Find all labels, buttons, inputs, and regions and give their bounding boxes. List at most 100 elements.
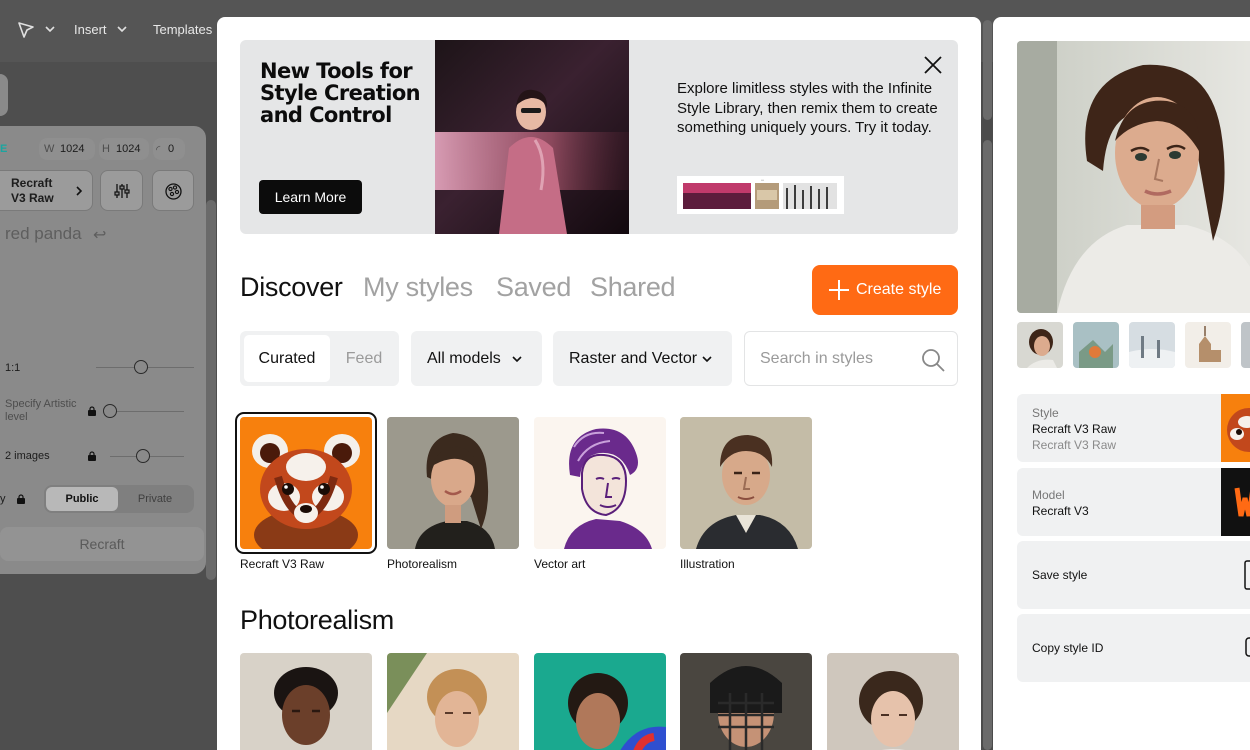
style-value-secondary: Recraft V3 Raw	[1032, 438, 1117, 452]
width-field[interactable]: W 1024	[39, 138, 95, 160]
photorealism-card[interactable]	[240, 653, 372, 750]
style-search	[744, 331, 958, 386]
style-selector-label: Recraft V3 Raw	[11, 176, 54, 205]
search-input[interactable]	[760, 349, 910, 369]
style-card-illustration[interactable]: Illustration	[680, 417, 812, 571]
portrait-image	[240, 653, 372, 750]
model-label: Model	[1032, 488, 1065, 502]
close-icon[interactable]	[922, 54, 944, 76]
banner-description: Explore limitless styles with the Infini…	[677, 80, 938, 136]
tab-saved[interactable]: Saved	[496, 272, 571, 303]
private-option[interactable]: Private	[118, 487, 192, 511]
tab-shared[interactable]: Shared	[590, 272, 676, 303]
copy-style-id-row[interactable]: Copy style ID	[1017, 614, 1250, 682]
left-scrollbar[interactable]	[206, 200, 216, 580]
modal-scrollbar[interactable]	[983, 140, 992, 750]
style-preview-image	[1017, 41, 1250, 313]
preview-thumbnail[interactable]	[1017, 322, 1063, 368]
prompt-input[interactable]: red panda	[5, 224, 82, 244]
mode-indicator: E	[0, 143, 8, 155]
enter-icon: ↩	[93, 227, 107, 244]
preview-thumbnail[interactable]	[1073, 322, 1119, 368]
tab-my-styles[interactable]: My styles	[363, 272, 473, 303]
chevron-down-icon[interactable]	[116, 23, 128, 35]
portrait-image	[827, 653, 959, 750]
insert-menu[interactable]: Insert	[74, 22, 107, 37]
style-card-label: Vector art	[534, 557, 586, 571]
vector-portrait-image	[534, 417, 666, 549]
bookmark-icon	[1244, 560, 1250, 590]
search-icon[interactable]	[920, 347, 946, 373]
pen-tool-icon[interactable]	[16, 20, 36, 40]
segment-feed[interactable]: Feed	[332, 335, 396, 382]
chevron-right-icon	[76, 186, 83, 196]
canvas-chip[interactable]	[0, 74, 8, 116]
height-field[interactable]: H 1024	[99, 138, 149, 160]
photorealism-card[interactable]	[534, 653, 666, 750]
create-style-button[interactable]: Create style	[812, 265, 958, 315]
red-panda-image	[240, 417, 372, 549]
learn-more-button[interactable]: Learn More	[259, 180, 362, 214]
models-dropdown[interactable]: All models	[411, 331, 542, 386]
photorealism-card[interactable]	[680, 653, 812, 750]
style-thumbnail-icon	[1221, 394, 1250, 462]
tab-discover[interactable]: Discover	[240, 272, 343, 303]
preview-thumbnail[interactable]	[1241, 322, 1250, 368]
model-value: Recraft V3	[1032, 504, 1089, 518]
settings-button[interactable]	[100, 170, 143, 211]
aspect-slider-knob[interactable]	[134, 360, 148, 374]
chevron-down-icon	[512, 356, 522, 363]
photorealism-card[interactable]	[827, 653, 959, 750]
artistic-slider-track[interactable]	[108, 411, 184, 412]
model-info-row: Model Recraft V3	[1017, 468, 1250, 536]
style-label: Style	[1032, 406, 1059, 420]
copy-style-id-label: Copy style ID	[1032, 641, 1104, 655]
image-count-slider-knob[interactable]	[136, 449, 150, 463]
style-card-label: Recraft V3 Raw	[240, 557, 325, 571]
plus-icon	[829, 280, 849, 300]
save-style-row[interactable]: Save style	[1017, 541, 1250, 609]
modal-scrollbar-top[interactable]	[983, 20, 992, 120]
style-card-vector-art[interactable]: Vector art	[534, 417, 666, 571]
banner-image	[435, 40, 629, 234]
palette-icon	[165, 183, 182, 200]
portrait-image	[534, 653, 666, 750]
sliders-icon	[114, 184, 130, 198]
style-library-modal: New Tools for Style Creation and Control…	[217, 17, 981, 750]
type-dropdown[interactable]: Raster and Vector	[553, 331, 732, 386]
illustrated-man-image	[680, 417, 812, 549]
style-card-label: Illustration	[680, 557, 735, 571]
create-style-label: Create style	[856, 281, 942, 298]
portrait-image	[387, 653, 519, 750]
chevron-down-icon[interactable]	[44, 23, 56, 35]
style-info-row: Style Recraft V3 Raw Recraft V3 Raw	[1017, 394, 1250, 462]
model-logo-icon	[1221, 468, 1250, 536]
style-card-photorealism[interactable]: Photorealism	[387, 417, 519, 571]
preview-thumbnail[interactable]	[1129, 322, 1175, 368]
section-title-photorealism: Photorealism	[240, 605, 394, 635]
artistic-slider-knob[interactable]	[103, 404, 117, 418]
generation-panel: E W 1024 H 1024 ◜ 0 Recraft V3 Raw red p…	[0, 126, 206, 574]
public-option[interactable]: Public	[46, 487, 118, 511]
lock-icon	[17, 494, 25, 504]
lock-icon	[88, 451, 96, 461]
preview-thumbnail[interactable]	[1185, 322, 1231, 368]
aspect-ratio-label: 1:1	[5, 362, 21, 374]
corner-field[interactable]: ◜ 0	[153, 138, 185, 160]
style-thumbnail	[680, 417, 812, 549]
segment-curated[interactable]: Curated	[244, 335, 330, 382]
style-selector[interactable]: Recraft V3 Raw	[0, 170, 93, 211]
style-thumbnail	[387, 417, 519, 549]
visibility-label: y	[0, 493, 6, 505]
palette-button[interactable]	[152, 170, 194, 211]
chevron-down-icon	[702, 356, 712, 363]
photorealism-card[interactable]	[387, 653, 519, 750]
portrait-image	[680, 653, 812, 750]
style-card-recraft-v3-raw[interactable]: Recraft V3 Raw	[235, 412, 377, 571]
banner-title: New Tools for Style Creation and Control	[260, 59, 421, 127]
templates-menu[interactable]: Templates	[153, 22, 212, 37]
woman-photo-image	[1017, 41, 1250, 313]
recraft-button[interactable]: Recraft	[0, 527, 204, 561]
svg-text:•••: •••	[761, 178, 764, 182]
style-card-label: Photorealism	[387, 557, 458, 571]
